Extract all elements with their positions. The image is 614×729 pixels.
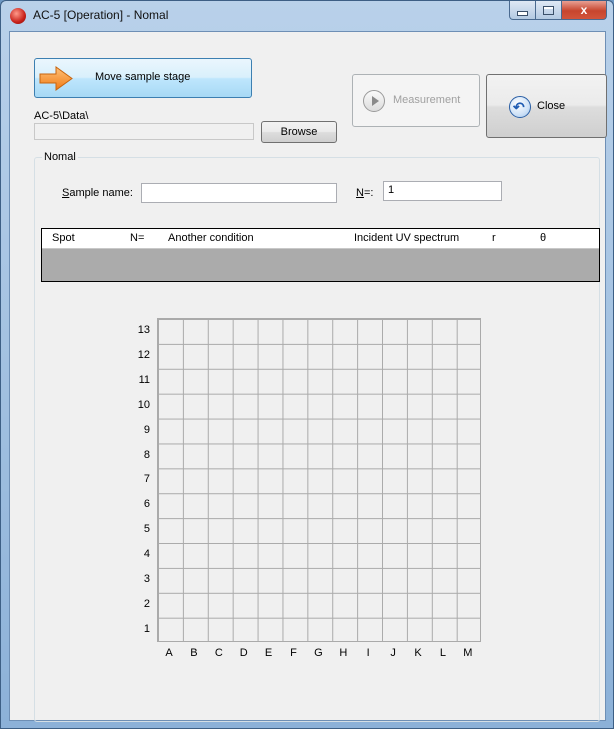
col-label: M bbox=[463, 646, 473, 659]
move-sample-stage-button[interactable]: Move sample stage bbox=[34, 58, 252, 98]
window-close-button[interactable]: x bbox=[562, 1, 607, 20]
app-icon bbox=[10, 8, 26, 24]
window-title: AC-5 [Operation] - Nomal bbox=[33, 8, 169, 22]
row-label: 3 bbox=[143, 573, 150, 585]
col-label: I bbox=[366, 646, 370, 659]
play-icon bbox=[363, 90, 385, 112]
maximize-button[interactable] bbox=[536, 1, 562, 20]
maximize-icon bbox=[543, 5, 554, 15]
row-label: 4 bbox=[143, 548, 150, 561]
browse-button[interactable]: Browse bbox=[261, 121, 337, 143]
spot-table[interactable]: Spot N= Another condition Incident UV sp… bbox=[41, 228, 600, 282]
row-label: 5 bbox=[143, 523, 150, 536]
data-path-label: AC-5\Data\ bbox=[34, 110, 89, 122]
col-label: D bbox=[239, 646, 248, 659]
move-sample-stage-label: Move sample stage bbox=[95, 71, 191, 83]
client-area: Move sample stage AC-5\Data\ Browse Meas… bbox=[9, 31, 607, 722]
row-label: 10 bbox=[137, 398, 150, 411]
measurement-button: Measurement bbox=[352, 74, 480, 127]
col-incident-uv[interactable]: Incident UV spectrum bbox=[354, 232, 459, 244]
window-controls: x bbox=[509, 1, 607, 21]
col-r[interactable]: r bbox=[492, 232, 496, 244]
col-label: K bbox=[414, 646, 422, 659]
groupbox-label: Nomal bbox=[42, 151, 78, 163]
col-another-condition[interactable]: Another condition bbox=[168, 232, 254, 244]
row-label: 2 bbox=[143, 597, 150, 610]
n-label: N=: bbox=[356, 187, 374, 199]
well-grid[interactable] bbox=[157, 318, 481, 642]
col-label: A bbox=[165, 646, 173, 659]
col-label: H bbox=[339, 646, 348, 659]
sample-name-input[interactable] bbox=[141, 183, 337, 203]
col-label: B bbox=[190, 646, 198, 659]
data-path-field bbox=[34, 123, 254, 140]
row-label: 12 bbox=[137, 348, 150, 361]
table-header: Spot N= Another condition Incident UV sp… bbox=[42, 229, 599, 249]
title-bar[interactable]: AC-5 [Operation] - Nomal x bbox=[1, 1, 613, 31]
col-label: F bbox=[290, 646, 297, 659]
measurement-label: Measurement bbox=[393, 94, 461, 106]
row-label: 11 bbox=[138, 373, 150, 386]
col-label: G bbox=[314, 646, 323, 659]
row-label: 6 bbox=[143, 498, 150, 511]
close-label: Close bbox=[537, 100, 566, 112]
row-label: 9 bbox=[143, 423, 150, 436]
row-label: 7 bbox=[143, 473, 150, 486]
close-icon: x bbox=[580, 3, 588, 17]
undo-icon bbox=[509, 96, 531, 118]
col-spot[interactable]: Spot bbox=[52, 232, 75, 244]
arrow-right-icon bbox=[39, 66, 73, 91]
row-label: 8 bbox=[143, 448, 150, 461]
close-button[interactable]: Close bbox=[486, 74, 607, 138]
col-label: J bbox=[390, 646, 396, 659]
n-input[interactable]: 1 bbox=[383, 181, 502, 201]
minimize-button[interactable] bbox=[509, 1, 536, 20]
col-n[interactable]: N= bbox=[130, 232, 144, 244]
main-window: AC-5 [Operation] - Nomal x Move sample s… bbox=[0, 0, 614, 729]
col-label: E bbox=[264, 646, 273, 659]
col-label: C bbox=[214, 646, 223, 659]
row-label: 13 bbox=[137, 324, 150, 336]
minimize-icon bbox=[517, 10, 528, 16]
row-label: 1 bbox=[143, 622, 150, 635]
sample-name-label: Sample name: bbox=[62, 187, 133, 199]
col-theta[interactable]: θ bbox=[540, 232, 546, 244]
col-label: L bbox=[439, 646, 446, 659]
